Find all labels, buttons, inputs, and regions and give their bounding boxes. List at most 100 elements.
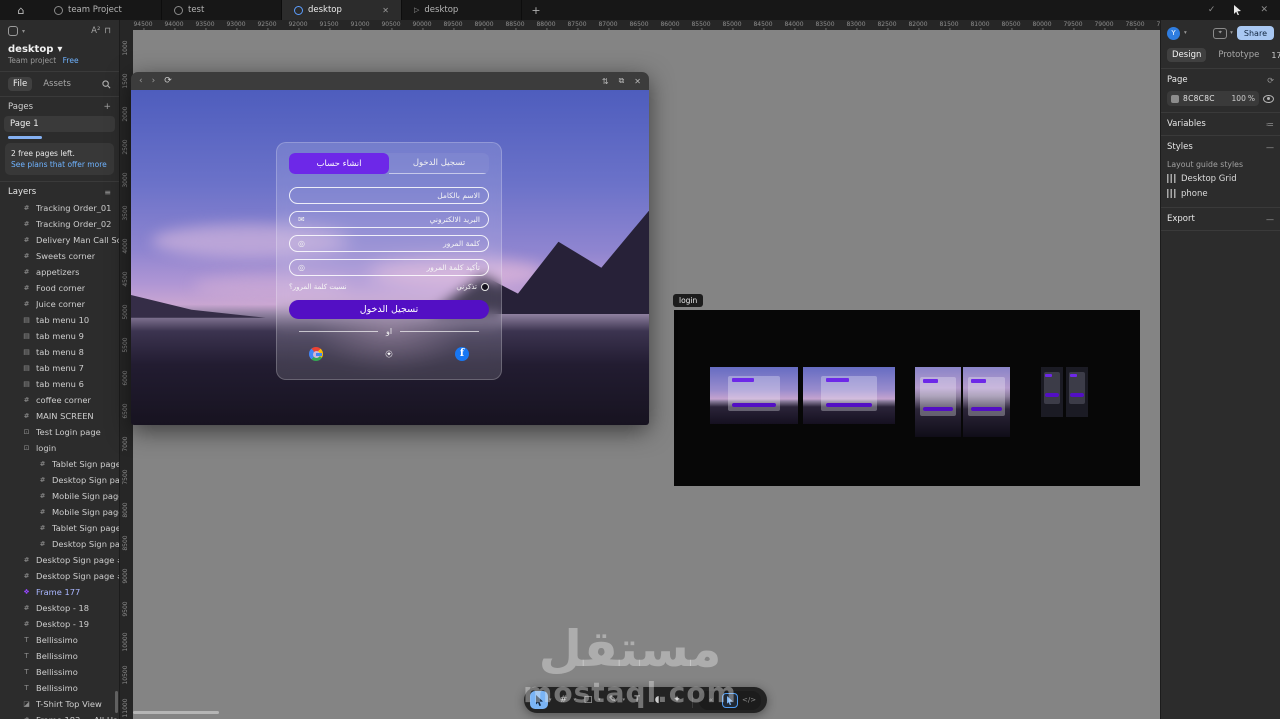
remember-radio[interactable]: [481, 283, 489, 291]
google-icon[interactable]: [309, 347, 323, 361]
plan-badge[interactable]: Free: [63, 56, 79, 65]
chevron-down-icon[interactable]: ▾: [549, 697, 552, 703]
layer-row-17[interactable]: # Desktop Sign page #2: [0, 472, 119, 488]
input-field-1[interactable]: البريد الالكتروني ✉: [289, 211, 489, 228]
layer-row-16[interactable]: # Tablet Sign page #2: [0, 456, 119, 472]
layer-row-19[interactable]: # Mobile Sign page #1: [0, 504, 119, 520]
chevron-down-icon[interactable]: ▾: [22, 28, 25, 35]
layer-row-0[interactable]: # Tracking Order_01: [0, 200, 119, 216]
layer-row-5[interactable]: # Food corner: [0, 280, 119, 296]
input-field-2[interactable]: كلمة المرور ◎: [289, 235, 489, 252]
layer-row-31[interactable]: ◪ T-Shirt Top View: [0, 696, 119, 712]
facebook-icon[interactable]: f: [455, 347, 469, 361]
chevron-down-icon[interactable]: ▾: [598, 697, 601, 703]
chevron-down-icon[interactable]: ▾: [574, 697, 577, 703]
collapse-icon[interactable]: «: [703, 693, 719, 708]
new-tab-button[interactable]: +: [522, 0, 550, 20]
layer-row-23[interactable]: # Desktop Sign page #1: [0, 568, 119, 584]
layer-row-18[interactable]: # Mobile Sign page #2: [0, 488, 119, 504]
zoom-level[interactable]: 17%▾: [1271, 51, 1280, 60]
share-button[interactable]: Share: [1236, 26, 1274, 40]
tab-create-account[interactable]: انشاء حساب: [289, 153, 389, 174]
pen-tool-icon[interactable]: ✎: [604, 691, 622, 709]
variables-icon[interactable]: ≔: [1266, 120, 1274, 129]
close-preview-icon[interactable]: ✕: [634, 77, 641, 86]
layout-guide-phone[interactable]: phone: [1167, 186, 1274, 201]
layout-columns-icon[interactable]: ⊓: [104, 26, 111, 36]
color-hex-value[interactable]: 8C8C8C: [1183, 94, 1215, 103]
layer-row-3[interactable]: # Sweets corner: [0, 248, 119, 264]
see-plans-link[interactable]: See plans that offer more: [11, 160, 108, 169]
layer-row-10[interactable]: ▤ tab menu 7: [0, 360, 119, 376]
thumbnail-tablet-2[interactable]: [915, 367, 961, 437]
layer-row-26[interactable]: # Desktop - 19: [0, 616, 119, 632]
open-external-icon[interactable]: ⧉: [619, 76, 625, 86]
thumbnail-desktop-0[interactable]: [710, 367, 798, 424]
layer-row-2[interactable]: # Delivery Man Call Screen: [0, 232, 119, 248]
file-tab-team-project-0[interactable]: team Project: [42, 0, 162, 20]
comment-tool-icon[interactable]: ◖: [648, 691, 666, 709]
dev-code-icon[interactable]: </>: [741, 693, 757, 708]
tab-signin[interactable]: تسجيل الدخول: [389, 153, 489, 174]
page-color-field[interactable]: 8C8C8C 100%: [1167, 91, 1259, 106]
design-pointer-icon[interactable]: [722, 692, 739, 708]
signin-button[interactable]: تسجيل الدخول: [289, 300, 489, 319]
login-frame[interactable]: [674, 310, 1140, 486]
avatar[interactable]: Y: [1167, 26, 1180, 40]
layer-row-1[interactable]: # Tracking Order_02: [0, 216, 119, 232]
tab-prototype[interactable]: Prototype: [1213, 48, 1264, 62]
canvas-horizontal-scrollbar[interactable]: [133, 711, 219, 714]
layer-row-14[interactable]: ⊡ Test Login page: [0, 424, 119, 440]
apple-icon[interactable]: ⍟: [382, 347, 396, 361]
layer-row-25[interactable]: # Desktop - 18: [0, 600, 119, 616]
rename-icon[interactable]: A²: [91, 26, 100, 36]
collapse-minus-icon[interactable]: —: [1266, 143, 1274, 152]
input-field-3[interactable]: تأكيد كلمة المرور ◎: [289, 259, 489, 276]
check-icon[interactable]: ✓: [1208, 5, 1216, 15]
thumbnail-mobile-5[interactable]: [1066, 367, 1088, 417]
tab-design[interactable]: Design: [1167, 48, 1207, 62]
page-item-page-1[interactable]: Page 1: [4, 116, 115, 132]
thumbnail-tablet-3[interactable]: [963, 367, 1010, 437]
editor-tool-menu[interactable]: ⌖ ▾: [1213, 27, 1233, 39]
color-swatch[interactable]: [1171, 94, 1179, 103]
history-icon[interactable]: ⟳: [1267, 76, 1274, 85]
file-tab-desktop-2[interactable]: desktop ✕: [282, 0, 402, 20]
forgot-password-link[interactable]: نسيت كلمة المرور؟: [289, 283, 347, 291]
input-field-0[interactable]: الاسم بالكامل: [289, 187, 489, 204]
layer-row-12[interactable]: # coffee corner: [0, 392, 119, 408]
layer-row-32[interactable]: #Frame 183 — All Hands — Left hand v: [0, 712, 119, 719]
file-tab-desktop-3[interactable]: ▷ desktop: [402, 0, 522, 20]
add-page-icon[interactable]: +: [103, 102, 111, 112]
layer-row-13[interactable]: # MAIN SCREEN: [0, 408, 119, 424]
main-menu-icon[interactable]: [8, 26, 18, 36]
opacity-value[interactable]: 100: [1232, 94, 1246, 103]
layer-row-6[interactable]: # Juice corner: [0, 296, 119, 312]
shortcuts-icon[interactable]: ⇅: [602, 77, 609, 86]
layer-row-28[interactable]: T Bellissimo: [0, 648, 119, 664]
layer-row-8[interactable]: ▤ tab menu 9: [0, 328, 119, 344]
file-title[interactable]: desktop: [8, 44, 53, 55]
layer-row-7[interactable]: ▤ tab menu 10: [0, 312, 119, 328]
layer-row-20[interactable]: # Tablet Sign page #1: [0, 520, 119, 536]
frame-label-login[interactable]: login: [673, 294, 704, 307]
frame-tool-icon[interactable]: #: [555, 691, 573, 709]
shape-tool-icon[interactable]: □: [579, 691, 597, 709]
layout-guide-desktop-grid[interactable]: Desktop Grid: [1167, 171, 1274, 186]
reload-icon[interactable]: ⟳: [164, 76, 172, 86]
collapse-minus-icon[interactable]: —: [1266, 215, 1274, 224]
chevron-down-icon[interactable]: ▾: [57, 44, 62, 55]
thumbnail-mobile-4[interactable]: [1041, 367, 1063, 417]
file-tab-test-1[interactable]: test: [162, 0, 282, 20]
layer-row-21[interactable]: # Desktop Sign page #1: [0, 536, 119, 552]
actions-tool-icon[interactable]: ✦: [668, 691, 686, 709]
forward-icon[interactable]: ›: [152, 76, 156, 86]
chevron-down-icon[interactable]: ▾: [623, 697, 626, 703]
back-icon[interactable]: ‹: [139, 76, 143, 86]
layer-row-15[interactable]: ⊡ login: [0, 440, 119, 456]
team-name[interactable]: Team project: [8, 56, 56, 65]
search-icon[interactable]: [102, 79, 111, 89]
layer-row-24[interactable]: ❖ Frame 177: [0, 584, 119, 600]
layer-row-9[interactable]: ▤ tab menu 8: [0, 344, 119, 360]
chevron-down-icon[interactable]: ▾: [1184, 30, 1187, 36]
